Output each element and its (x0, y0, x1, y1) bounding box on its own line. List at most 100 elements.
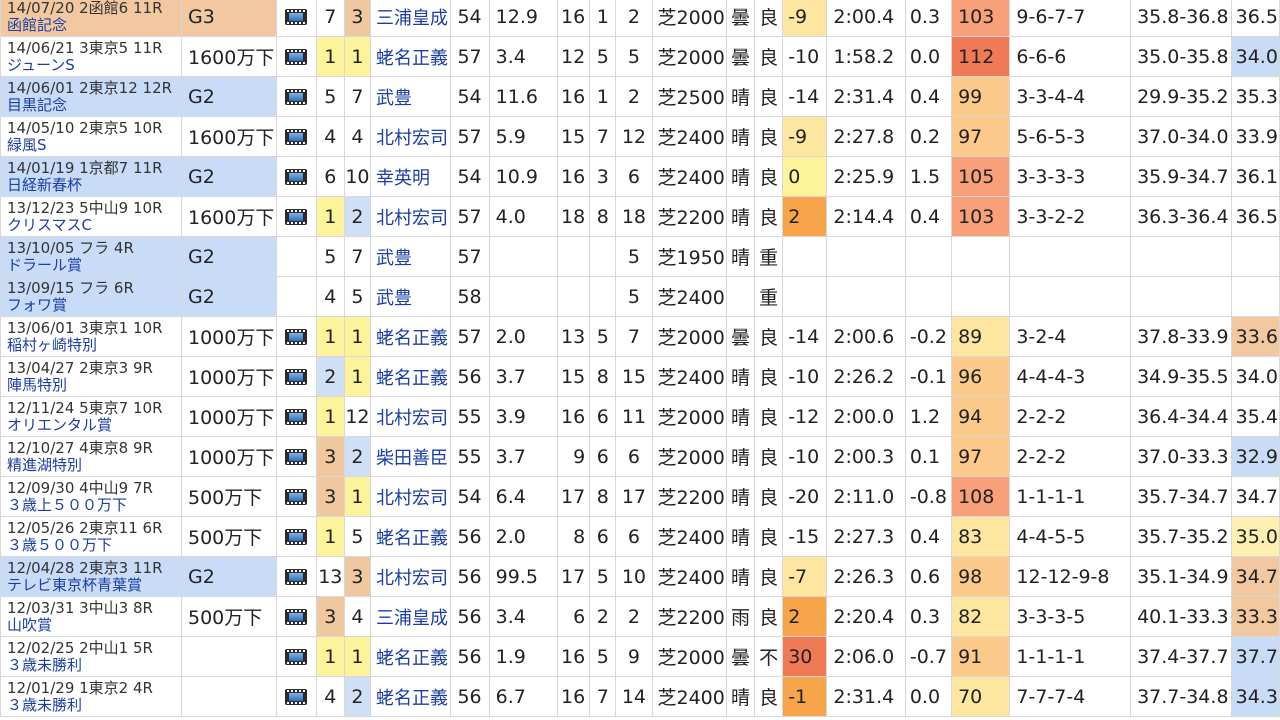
film-video-icon[interactable] (285, 449, 308, 465)
gate-cell: 8 (589, 356, 617, 397)
track-condition-cell: 重 (754, 276, 784, 317)
track-bias-cell: 0 (782, 156, 828, 197)
weight-cell: 54 (450, 0, 490, 37)
race-name-link[interactable]: オリエンタル賞 (7, 416, 180, 434)
weather-cell: 晴 (725, 436, 756, 477)
passing-order-cell: 4-4-5-5 (1009, 516, 1132, 557)
race-date-info: 13/09/15 フラ 6R (7, 278, 134, 297)
race-name-link[interactable]: 函館記念 (7, 16, 180, 34)
jockey-link[interactable]: 柴田善臣 (369, 436, 452, 477)
jockey-link[interactable]: 北村宏司 (369, 196, 452, 237)
film-video-icon[interactable] (285, 169, 308, 185)
film-video-icon[interactable] (285, 689, 308, 705)
video-cell (275, 596, 317, 637)
jockey-link[interactable]: 蛯名正義 (369, 316, 452, 357)
race-name-link[interactable]: 目黒記念 (7, 96, 180, 114)
jockey-link[interactable]: 蛯名正義 (369, 516, 452, 557)
jockey-link[interactable]: 蛯名正義 (369, 36, 452, 77)
jockey-link[interactable]: 三浦皇成 (369, 0, 452, 37)
jockey-link[interactable]: 蛯名正義 (369, 636, 452, 677)
finish-time-cell: 2:00.6 (826, 316, 906, 357)
jockey-link[interactable]: 蛯名正義 (369, 356, 452, 397)
table-row: 13/12/23 5中山9 10R クリスマスC 1600万下 1 2 北村宏司 57 4.0… (0, 196, 1280, 237)
film-video-icon[interactable] (285, 129, 308, 145)
jockey-link[interactable]: 武豊 (369, 276, 452, 317)
race-date-info: 12/04/28 2東京3 11R (7, 558, 163, 577)
finish-time-cell: 2:26.3 (826, 556, 906, 597)
finish-time-cell: 2:20.4 (826, 596, 906, 637)
race-name-link[interactable]: 稲村ヶ崎特別 (7, 336, 180, 354)
film-video-icon[interactable] (285, 649, 308, 665)
pace-cell: 40.1-33.3 (1130, 596, 1232, 637)
film-video-icon[interactable] (285, 329, 308, 345)
film-video-icon[interactable] (285, 529, 308, 545)
jockey-link[interactable]: 北村宏司 (369, 396, 452, 437)
track-condition-cell: 良 (754, 196, 784, 237)
speed-index-cell: 112 (951, 36, 1011, 77)
film-video-icon[interactable] (285, 369, 308, 385)
weight-cell: 54 (450, 76, 490, 117)
race-name-link[interactable]: クリスマスC (7, 216, 180, 234)
track-condition-cell: 良 (754, 396, 784, 437)
field-size-cell: 18 (556, 196, 591, 237)
speed-index-cell: 108 (951, 476, 1011, 517)
odds-cell: 3.7 (488, 436, 559, 477)
film-video-icon[interactable] (285, 49, 308, 65)
race-name-link[interactable]: ジューンS (7, 56, 180, 74)
popularity-cell: 6 (315, 156, 345, 197)
pace-cell (1130, 236, 1232, 277)
table-row: 12/05/26 2東京11 6R ３歳５００万下 500万下 1 5 蛯名正義 56 2.0… (0, 516, 1280, 557)
grade-cell: G2 (180, 556, 277, 597)
race-name-link[interactable]: 日経新春杯 (7, 176, 180, 194)
jockey-link[interactable]: 北村宏司 (369, 556, 452, 597)
grade-cell (180, 676, 277, 717)
race-name-link[interactable]: 陣馬特別 (7, 376, 180, 394)
video-cell (275, 556, 317, 597)
race-date-info: 12/01/29 1東京2 4R (7, 678, 153, 697)
race-name-link[interactable]: ３歳未勝利 (7, 696, 180, 714)
jockey-link[interactable]: 三浦皇成 (369, 596, 452, 637)
pace-cell: 37.0-33.3 (1130, 436, 1232, 477)
race-name-link[interactable]: ドラール賞 (7, 256, 180, 274)
film-video-icon[interactable] (285, 489, 308, 505)
film-video-icon[interactable] (285, 409, 308, 425)
race-name-link[interactable]: 精進湖特別 (7, 456, 180, 474)
film-video-icon[interactable] (285, 609, 308, 625)
jockey-link[interactable]: 蛯名正義 (369, 676, 452, 717)
race-name-link[interactable]: ３歳５００万下 (7, 536, 180, 554)
film-video-icon[interactable] (285, 569, 308, 585)
race-name-link[interactable]: ３歳上５００万下 (7, 496, 180, 514)
passing-order-cell (1009, 236, 1132, 277)
passing-order-cell: 12-12-9-8 (1009, 556, 1132, 597)
jockey-link[interactable]: 武豊 (369, 76, 452, 117)
gate-cell: 3 (589, 156, 617, 197)
jockey-link[interactable]: 北村宏司 (369, 116, 452, 157)
track-condition-cell: 良 (754, 116, 784, 157)
table-row: 14/06/01 2東京12 12R 目黒記念 G2 5 7 武豊 54 11.6 16 1 2 芝2… (0, 76, 1280, 117)
speed-index-cell: 105 (951, 156, 1011, 197)
jockey-link[interactable]: 武豊 (369, 236, 452, 277)
video-cell (275, 116, 317, 157)
race-name-link[interactable]: 山吹賞 (7, 616, 180, 634)
race-name-link[interactable]: フォワ賞 (7, 296, 180, 314)
jockey-link[interactable]: 幸英明 (369, 156, 452, 197)
jockey-link[interactable]: 北村宏司 (369, 476, 452, 517)
field-size-cell: 16 (556, 76, 591, 117)
gate-cell: 6 (589, 516, 617, 557)
film-video-icon[interactable] (285, 89, 308, 105)
film-video-icon[interactable] (285, 209, 308, 225)
track-condition-cell: 良 (754, 676, 784, 717)
race-name-link[interactable]: ３歳未勝利 (7, 656, 180, 674)
track-bias-cell: -9 (782, 0, 828, 37)
race-name-link[interactable]: 緑風S (7, 136, 180, 154)
passing-order-cell: 3-3-4-4 (1009, 76, 1132, 117)
race-cell: 12/02/25 2中山1 5R ３歳未勝利 (0, 636, 182, 677)
last-3f-cell: 33.9 (1230, 116, 1280, 157)
film-video-icon[interactable] (285, 9, 308, 25)
popularity-cell: 2 (315, 356, 345, 397)
race-name-link[interactable]: テレビ東京杯青葉賞 (7, 576, 180, 594)
track-condition-cell: 良 (754, 316, 784, 357)
time-diff-cell: -0.7 (904, 636, 953, 677)
distance-cell: 芝2400 (651, 516, 727, 557)
race-date-info: 12/05/26 2東京11 6R (7, 518, 163, 537)
